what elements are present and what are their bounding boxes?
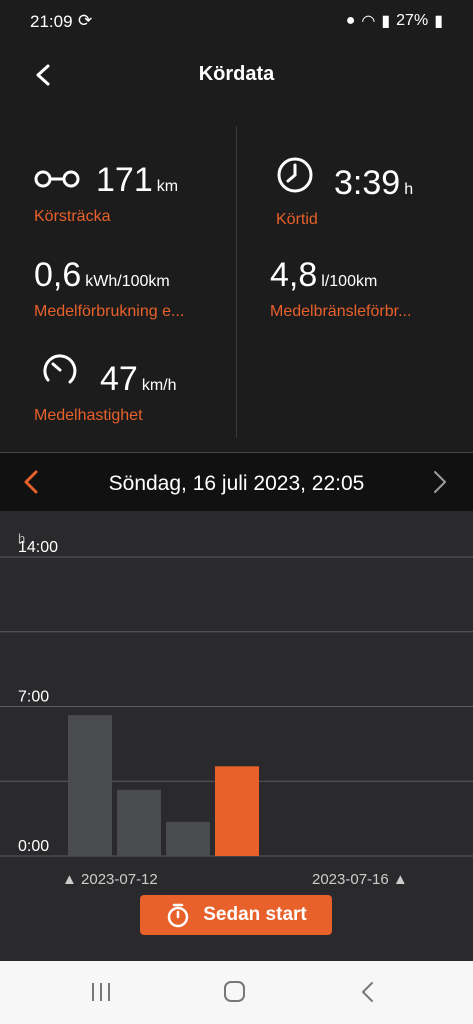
wifi-icon: ◠ [361,13,376,30]
y-tick-label: 14:00 [18,539,58,556]
stats-divider [236,126,237,438]
consumption-fuel-value: 4,8 [270,256,318,294]
consumption-kwh-label: Medelförbrukning e... [34,303,185,320]
page-title: Kördata [198,63,275,85]
distance-icon [34,170,80,188]
stopwatch-icon [168,903,189,928]
stat-speed: 47 km/h Medelhastighet [34,350,177,425]
y-tick-label: 7:00 [18,689,49,706]
speed-value: 47 [100,360,138,398]
battery-level: 27% [396,12,429,29]
x-tick-label: 2023-07-16 ▲ [312,871,408,888]
chart-canvas: h14:007:000:00▲ 2023-07-12 2023-07-16 ▲ [0,531,473,888]
speedometer-icon [43,354,77,384]
since-start-button[interactable]: Sedan start [140,895,332,935]
signal-icon: ▮ [381,13,391,30]
time-value: 3:39 [334,164,401,202]
since-start-label: Sedan start [203,904,307,925]
distance-value: 171 [96,161,153,199]
trip-date: Söndag, 16 juli 2023, 22:05 [108,472,365,495]
location-icon: ● [345,12,356,29]
bar [117,789,161,856]
date-selector: Söndag, 16 juli 2023, 22:05 [0,453,473,511]
time-label: Körtid [276,211,318,228]
stat-time: 3:39 h Körtid [276,156,413,229]
back-nav-icon[interactable] [356,979,382,1005]
system-nav-bar [0,961,473,1024]
next-trip-button[interactable] [429,469,451,495]
bar [166,821,210,856]
bar [68,715,112,856]
consumption-fuel-unit: l/100km [321,273,378,290]
recent-apps-icon[interactable] [88,979,114,1005]
status-time: 21:09 [30,12,73,31]
stat-consumption-kwh: 0,6 kWh/100km Medelförbrukning e... [34,256,219,321]
distance-label: Körsträcka [34,208,111,225]
sync-icon: ⟳ [78,11,93,30]
time-unit: h [404,181,414,198]
bar [215,766,259,856]
stats-panel: 171 km Körsträcka 3:39 h Körtid 0,6 kWh/… [0,106,473,452]
consumption-kwh-unit: kWh/100km [85,273,170,290]
stat-consumption-fuel: 4,8 l/100km Medelbränsleförbr... [270,256,450,321]
driving-time-chart: h 14:00 7:00 0:00 ▲ 2023-07-12 2023-07-16 ▲ [0,511,473,961]
status-icons: ● ◠ ▮ 27% ▮ [346,11,443,31]
status-bar: 21:09 ⟳ ● ◠ ▮ 27% ▮ [0,0,473,44]
home-icon[interactable] [222,979,248,1005]
consumption-fuel-label: Medelbränsleförbr... [270,303,412,320]
app-bar: Kördata [0,44,473,106]
distance-unit: km [156,178,179,195]
stat-distance: 171 km Körsträcka [34,161,178,226]
clock-icon [277,157,313,193]
battery-icon: ▮ [434,13,443,30]
chevron-right-icon [434,471,446,493]
speed-label: Medelhastighet [34,407,143,424]
y-tick-label: 0:00 [18,838,49,855]
speed-unit: km/h [141,377,177,394]
x-tick-label: ▲ 2023-07-12 [62,871,158,888]
consumption-kwh-value: 0,6 [34,256,82,294]
